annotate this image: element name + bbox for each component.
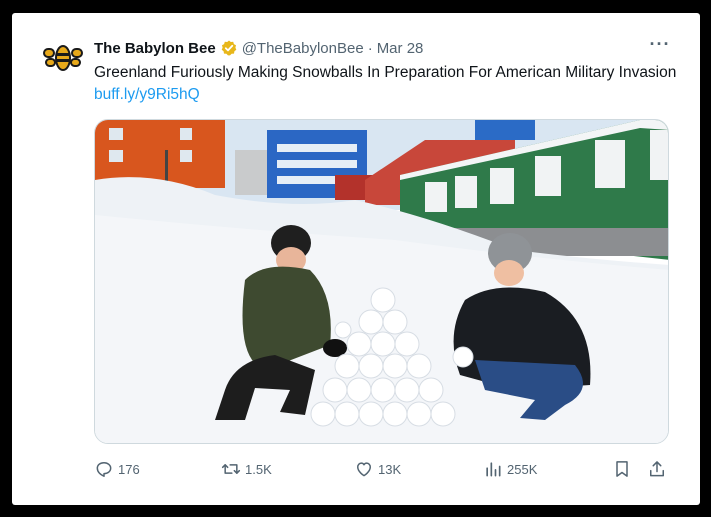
- retweet-button[interactable]: 1.5K: [221, 457, 272, 481]
- share-icon: [650, 461, 664, 477]
- like-button[interactable]: 13K: [354, 457, 401, 481]
- tweet-text: Greenland Furiously Making Snowballs In …: [94, 62, 684, 106]
- share-button[interactable]: [647, 457, 671, 481]
- tweet-body: Greenland Furiously Making Snowballs In …: [94, 64, 677, 81]
- views-count: 255K: [507, 461, 538, 477]
- tweet-date[interactable]: Mar 28: [377, 40, 424, 57]
- separator-dot: ·: [367, 39, 373, 57]
- bookmark-button[interactable]: [612, 457, 636, 481]
- heart-icon: [357, 462, 371, 477]
- verified-badge-icon: [221, 40, 237, 56]
- reply-count: 176: [118, 461, 140, 477]
- tweet-link[interactable]: buff.ly/y9Ri5hQ: [94, 86, 200, 103]
- more-icon[interactable]: ···: [648, 35, 672, 59]
- babylon-bee-logo-icon: [43, 45, 83, 71]
- tweet-card[interactable]: The Babylon Bee @TheBabylonBee · Mar 28 …: [12, 13, 700, 505]
- views-button[interactable]: 255K: [483, 457, 537, 481]
- like-count: 13K: [378, 461, 402, 477]
- retweet-count: 1.5K: [245, 461, 272, 477]
- tweet-header: The Babylon Bee @TheBabylonBee · Mar 28 …: [94, 35, 672, 59]
- views-icon: [486, 462, 501, 477]
- author-handle[interactable]: @TheBabylonBee: [242, 40, 364, 57]
- reply-button[interactable]: 176: [94, 457, 140, 481]
- author-name[interactable]: The Babylon Bee: [94, 40, 216, 57]
- reply-icon: [96, 462, 112, 477]
- action-bar: 176 1.5K 13K 255K: [94, 457, 672, 481]
- bookmark-icon: [616, 461, 628, 477]
- avatar[interactable]: [42, 37, 84, 79]
- tweet-photo[interactable]: [94, 119, 669, 444]
- retweet-icon: [221, 464, 241, 474]
- snowball-scene-image: [95, 120, 668, 443]
